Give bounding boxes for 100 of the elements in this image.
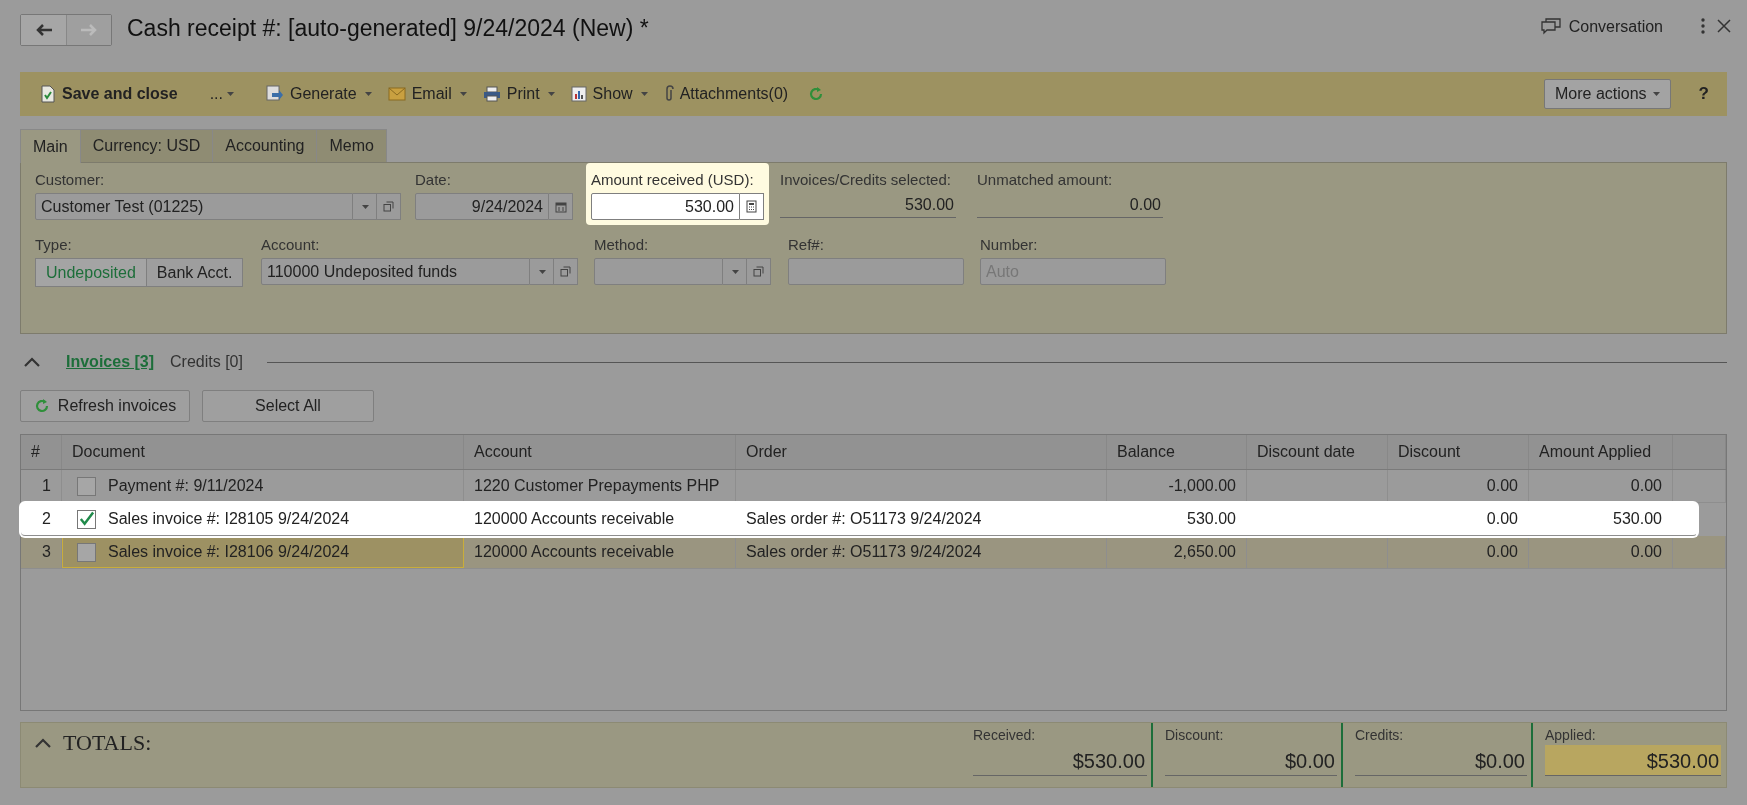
more-actions-button[interactable]: More actions <box>1544 79 1671 109</box>
vertical-dots-icon <box>1701 17 1705 34</box>
checkbox[interactable] <box>77 476 96 496</box>
column-header[interactable]: Order <box>736 435 1107 469</box>
total-value: $0.00 <box>1165 745 1337 776</box>
envelope-icon <box>387 87 406 101</box>
table-cell: Sales order #: O51173 9/24/2024 <box>746 510 982 528</box>
text-field[interactable] <box>788 258 964 285</box>
amount-field[interactable]: 530.00 <box>591 193 740 220</box>
field-label: Date: <box>415 170 452 190</box>
caret-icon <box>364 92 372 96</box>
refresh-invoices-button[interactable]: Refresh invoices <box>20 390 190 422</box>
table-cell: 0.00 <box>1630 543 1662 561</box>
checkbox[interactable] <box>77 509 96 529</box>
more-button[interactable]: ... <box>203 85 240 103</box>
column-header[interactable]: Discount <box>1388 435 1529 469</box>
table-cell: Sales invoice #: I28105 9/24/2024 <box>108 510 350 528</box>
caret-icon <box>640 92 648 96</box>
help-button[interactable]: ? <box>1692 83 1715 105</box>
table-cell: -1,000.00 <box>1168 477 1236 495</box>
table-cell: 530.00 <box>1187 510 1236 528</box>
field-label: Invoices/Credits selected: <box>780 170 952 190</box>
field-label: Type: <box>35 235 73 255</box>
customer-field[interactable]: Customer Test (01225) <box>35 193 353 220</box>
table-cell: 2,650.00 <box>1173 543 1236 561</box>
field-label: Method: <box>594 235 650 255</box>
total-label: Applied: <box>1545 727 1597 745</box>
show-button[interactable]: Show <box>564 85 654 103</box>
paperclip-icon <box>663 85 674 103</box>
open-link-icon <box>383 201 394 212</box>
table-cell: 0.00 <box>1486 510 1518 528</box>
calculator-icon <box>746 200 757 213</box>
print-button[interactable]: Print <box>476 85 561 103</box>
table-cell: 0.00 <box>1486 543 1518 561</box>
caret-icon <box>732 269 739 274</box>
column-header[interactable]: Amount Applied <box>1529 435 1673 469</box>
chevron-up-icon <box>24 357 40 367</box>
select-field[interactable]: 110000 Undeposited funds <box>261 258 530 285</box>
conversation-button[interactable]: Conversation <box>1534 17 1669 37</box>
tab[interactable]: Memo <box>316 129 387 162</box>
column-header[interactable]: # <box>21 435 62 469</box>
document-arrow-icon <box>265 85 284 103</box>
tab[interactable]: Currency: USD <box>79 129 214 162</box>
date-field[interactable]: 9/24/2024 <box>415 193 549 220</box>
field-label: Ref#: <box>788 235 825 255</box>
window-title: Cash receipt #: [auto-generated] 9/24/2024 (New) * <box>127 14 650 42</box>
document-check-icon <box>40 85 56 103</box>
table-row[interactable]: 2 Sales invoice #: I28105 9/24/2024 120000 Accounts receivable Sales order #: O51173 9/24/2024 530.00 0.00 530.00 <box>21 503 1697 536</box>
left-arrow-icon <box>34 24 53 36</box>
checkbox[interactable] <box>77 542 96 562</box>
close-icon <box>1717 18 1731 33</box>
open-link-icon <box>560 266 571 277</box>
caret-icon <box>547 92 555 96</box>
table-row[interactable]: 3 Sales invoice #: I28106 9/24/2024 120000 Accounts receivable Sales order #: O51173 9/24/2024 2,650.00 0.00 0.00 <box>21 536 1726 569</box>
totals-title: TOTALS: <box>63 729 153 757</box>
table-cell: 120000 Accounts receivable <box>474 543 675 561</box>
total-value: $0.00 <box>1355 745 1527 776</box>
caret-icon <box>1652 92 1660 96</box>
table-cell: 1 <box>42 477 51 495</box>
total-label: Received: <box>973 727 1037 745</box>
field-label: Unmatched amount: <box>977 170 1114 190</box>
field-label: Customer: <box>35 170 106 190</box>
readonly-field: 530.00 <box>780 193 956 218</box>
generate-button[interactable]: Generate <box>259 85 378 103</box>
tab[interactable]: Accounting <box>212 129 318 162</box>
readonly-field: 0.00 <box>977 193 1163 218</box>
total-label: Credits: <box>1355 727 1405 745</box>
column-header[interactable]: Document <box>62 435 464 469</box>
speech-bubbles-icon <box>1540 18 1561 36</box>
table-cell: Sales order #: O51173 9/24/2024 <box>746 543 982 561</box>
column-header[interactable]: Account <box>464 435 736 469</box>
tab[interactable]: Credits [0] <box>170 353 243 371</box>
table-cell: Sales invoice #: I28106 9/24/2024 <box>108 543 350 561</box>
total-value: $530.00 <box>1545 745 1721 776</box>
attachments-button[interactable]: Attachments(0) <box>657 85 795 103</box>
type-toggle-button[interactable]: Bank Acct. <box>145 258 244 287</box>
table-cell: 530.00 <box>1613 510 1662 528</box>
table-cell: 120000 Accounts receivable <box>474 510 675 528</box>
tab[interactable]: Main <box>20 129 81 163</box>
column-header[interactable]: Discount date <box>1247 435 1388 469</box>
select-field[interactable] <box>594 258 723 285</box>
printer-icon <box>482 86 501 102</box>
open-link-icon <box>753 266 764 277</box>
total-label: Discount: <box>1165 727 1225 745</box>
back-button[interactable] <box>21 15 66 45</box>
table-cell: 0.00 <box>1486 477 1518 495</box>
field-label: Account: <box>261 235 321 255</box>
table-cell: 3 <box>42 543 51 561</box>
column-header[interactable]: Balance <box>1107 435 1247 469</box>
save-and-close-button[interactable]: Save and close <box>34 85 184 103</box>
refresh-icon <box>33 398 50 414</box>
table-cell: Payment #: 9/11/2024 <box>108 477 264 495</box>
field-label: Amount received (USD): <box>591 170 755 190</box>
caret-icon <box>539 269 546 274</box>
email-button[interactable]: Email <box>381 85 473 103</box>
table-cell: 2 <box>42 510 51 528</box>
field-label: Number: <box>980 235 1039 255</box>
select-all-button[interactable]: Select All <box>202 390 374 422</box>
caret-icon <box>459 92 467 96</box>
caret-icon <box>362 204 369 209</box>
